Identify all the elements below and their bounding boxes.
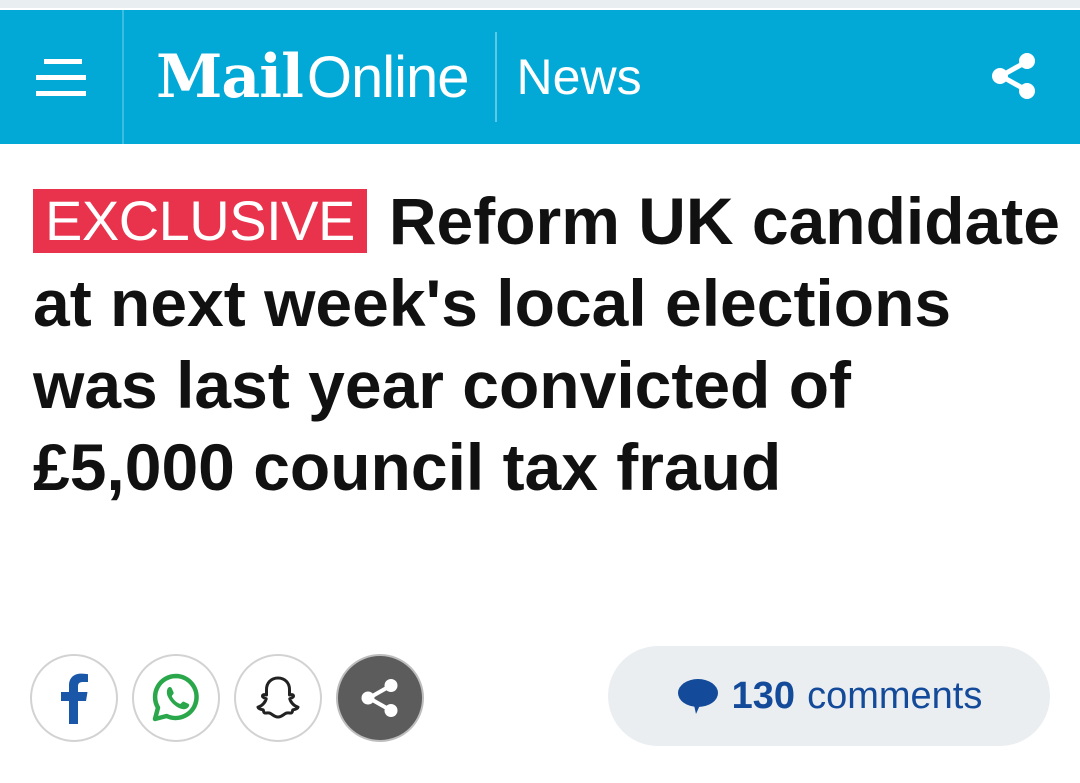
site-header: Mail Online News [0, 10, 1080, 144]
header-share-button[interactable] [988, 50, 1040, 102]
share-icon [992, 53, 1035, 99]
menu-button[interactable] [0, 10, 124, 144]
snapchat-share-button[interactable] [234, 654, 322, 742]
exclusive-badge: EXCLUSIVE [33, 189, 367, 253]
comment-bubble-icon [677, 679, 718, 714]
hamburger-icon [36, 58, 86, 96]
logo-online-text: Online [306, 45, 470, 110]
logo-mail-text: Mail [156, 42, 304, 112]
share-icon [361, 679, 398, 717]
whatsapp-icon [152, 673, 199, 722]
article-headline: EXCLUSIVE Reform UK candidate at next wee… [33, 180, 1063, 508]
comment-label: comments [807, 674, 983, 717]
section-label[interactable]: News [517, 48, 642, 106]
whatsapp-share-button[interactable] [132, 654, 220, 742]
comment-count: 130 [731, 674, 796, 717]
share-buttons [30, 654, 424, 742]
header-divider [494, 32, 497, 122]
snapchat-icon [256, 676, 300, 719]
facebook-icon [61, 673, 88, 724]
comments-button[interactable]: 130 comments [608, 646, 1050, 746]
more-share-button[interactable] [336, 654, 424, 742]
facebook-share-button[interactable] [30, 654, 118, 742]
status-strip [0, 0, 1080, 8]
site-logo[interactable]: Mail Online [156, 42, 470, 112]
